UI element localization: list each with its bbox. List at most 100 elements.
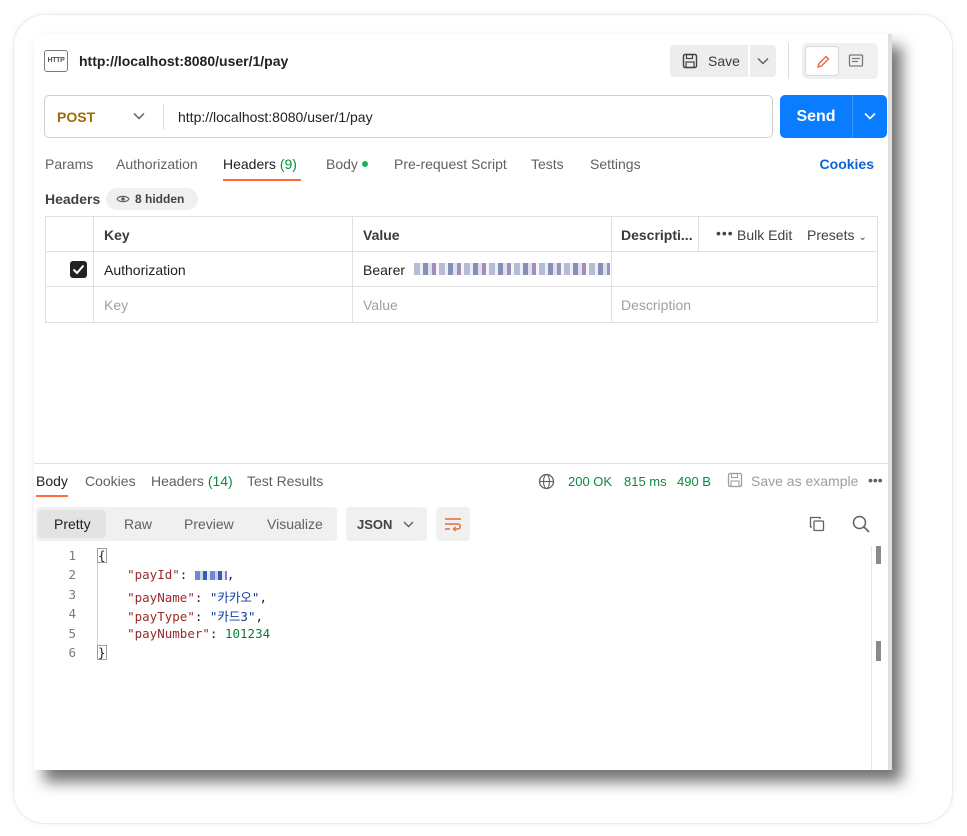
headers-section-label: Headers bbox=[45, 191, 101, 207]
response-time[interactable]: 815 ms bbox=[624, 474, 667, 489]
redacted-token bbox=[414, 263, 610, 275]
line-number: 6 bbox=[68, 645, 76, 660]
active-tab-indicator bbox=[223, 179, 301, 181]
response-tab-cookies[interactable]: Cookies bbox=[85, 473, 136, 489]
headers-table: Key Value Descripti... ••• Bulk Edit Pre… bbox=[45, 216, 878, 323]
active-response-tab-indicator bbox=[36, 495, 68, 497]
save-as-example-button[interactable]: Save as example bbox=[751, 473, 858, 489]
save-icon bbox=[682, 53, 698, 69]
json-key: "payName" bbox=[127, 590, 195, 605]
presets-dropdown[interactable]: Presets ⌄ bbox=[807, 227, 867, 243]
header-enabled-checkbox[interactable] bbox=[70, 261, 87, 278]
tab-tests[interactable]: Tests bbox=[531, 156, 564, 172]
close-brace: } bbox=[97, 645, 107, 660]
globe-icon[interactable] bbox=[538, 473, 555, 490]
request-title[interactable]: http://localhost:8080/user/1/pay bbox=[79, 53, 288, 69]
search-icon[interactable] bbox=[852, 515, 870, 533]
presets-label: Presets bbox=[807, 227, 855, 243]
view-visualize[interactable]: Visualize bbox=[267, 516, 323, 532]
column-divider bbox=[698, 217, 699, 252]
column-value: Value bbox=[363, 227, 400, 243]
line-number: 1 bbox=[68, 548, 76, 563]
pencil-icon bbox=[817, 55, 830, 68]
documentation-icon[interactable] bbox=[848, 53, 864, 69]
line-number: 5 bbox=[68, 626, 76, 641]
response-headers-count: (14) bbox=[207, 473, 233, 489]
check-icon bbox=[72, 264, 85, 275]
chevron-down-icon bbox=[864, 112, 876, 120]
new-description-input[interactable]: Description bbox=[621, 297, 691, 313]
table-header-row: Key Value Descripti... ••• Bulk Edit Pre… bbox=[46, 217, 877, 252]
toolbar-divider bbox=[788, 43, 789, 79]
tab-authorization[interactable]: Authorization bbox=[116, 156, 198, 172]
tab-headers-label: Headers bbox=[223, 156, 276, 172]
view-raw[interactable]: Raw bbox=[124, 516, 152, 532]
open-brace: { bbox=[97, 548, 107, 563]
response-tab-test-results[interactable]: Test Results bbox=[247, 473, 323, 489]
save-label: Save bbox=[708, 53, 740, 69]
code-line: "payName": "카카오", bbox=[127, 590, 267, 605]
copy-icon[interactable] bbox=[809, 516, 825, 532]
json-value: 101234 bbox=[224, 626, 271, 641]
scrollbar-thumb[interactable] bbox=[876, 546, 881, 564]
url-input[interactable]: http://localhost:8080/user/1/pay bbox=[178, 109, 373, 125]
column-description: Descripti... bbox=[621, 227, 693, 243]
response-status[interactable]: 200 OK bbox=[568, 474, 612, 489]
line-number: 3 bbox=[68, 587, 76, 602]
response-body-viewer[interactable]: 1 2 3 4 5 6 { "payId": , "payName": "카카오… bbox=[34, 546, 892, 770]
code-line: } bbox=[97, 645, 107, 660]
scrollbar-track bbox=[871, 546, 872, 770]
request-header-bar: HTTP http://localhost:8080/user/1/pay Sa… bbox=[34, 34, 892, 92]
save-button[interactable]: Save bbox=[670, 45, 748, 77]
tab-headers-count: (9) bbox=[279, 156, 297, 172]
format-label: JSON bbox=[357, 517, 393, 532]
method-divider bbox=[163, 104, 164, 130]
request-url-bar: POST http://localhost:8080/user/1/pay bbox=[44, 95, 773, 138]
more-horizontal-icon[interactable]: ••• bbox=[868, 472, 883, 488]
tab-params[interactable]: Params bbox=[45, 156, 93, 172]
chevron-down-icon bbox=[403, 521, 414, 528]
scrollbar-thumb[interactable] bbox=[876, 641, 881, 661]
cookies-link[interactable]: Cookies bbox=[820, 156, 874, 172]
wrap-lines-button[interactable] bbox=[436, 507, 470, 541]
send-options-button[interactable] bbox=[853, 95, 887, 138]
redacted-value bbox=[194, 571, 227, 580]
more-options-icon[interactable]: ••• bbox=[716, 225, 734, 241]
chevron-down-icon[interactable] bbox=[133, 112, 145, 120]
code-line: { bbox=[97, 548, 107, 563]
view-pretty[interactable]: Pretty bbox=[54, 516, 91, 532]
tab-pre-request-script[interactable]: Pre-request Script bbox=[394, 156, 507, 172]
save-options-button[interactable] bbox=[750, 45, 776, 77]
tab-settings[interactable]: Settings bbox=[590, 156, 641, 172]
response-size[interactable]: 490 B bbox=[677, 474, 711, 489]
tab-body[interactable]: Body bbox=[326, 156, 368, 172]
line-number: 2 bbox=[68, 567, 76, 582]
new-key-input[interactable]: Key bbox=[104, 297, 128, 313]
hidden-headers-toggle[interactable]: 8 hidden bbox=[106, 188, 198, 210]
send-button[interactable]: Send bbox=[780, 95, 852, 138]
code-line: "payType": "카드3", bbox=[127, 609, 264, 624]
tab-headers[interactable]: Headers (9) bbox=[223, 156, 297, 172]
json-key: "payType" bbox=[127, 609, 195, 624]
eye-icon bbox=[116, 195, 130, 203]
save-icon bbox=[727, 472, 743, 488]
bulk-edit-link[interactable]: Bulk Edit bbox=[737, 227, 792, 243]
header-key[interactable]: Authorization bbox=[104, 262, 186, 278]
chevron-down-icon bbox=[757, 57, 769, 65]
edit-mode-button[interactable] bbox=[805, 46, 839, 76]
postman-window: HTTP http://localhost:8080/user/1/pay Sa… bbox=[34, 34, 892, 770]
line-number: 4 bbox=[68, 606, 76, 621]
header-value[interactable]: Bearer bbox=[363, 262, 405, 278]
response-tab-body[interactable]: Body bbox=[36, 473, 68, 489]
view-preview[interactable]: Preview bbox=[184, 516, 234, 532]
code-line: "payNumber": 101234 bbox=[127, 626, 271, 641]
response-divider[interactable] bbox=[34, 463, 892, 464]
hidden-headers-count: 8 hidden bbox=[135, 192, 185, 206]
table-row: Authorization Bearer bbox=[46, 252, 877, 287]
column-divider bbox=[611, 217, 612, 322]
response-tab-headers[interactable]: Headers (14) bbox=[151, 473, 233, 489]
format-select[interactable]: JSON bbox=[346, 507, 427, 541]
wrap-icon bbox=[445, 518, 461, 532]
method-select[interactable]: POST bbox=[57, 109, 95, 125]
new-value-input[interactable]: Value bbox=[363, 297, 398, 313]
